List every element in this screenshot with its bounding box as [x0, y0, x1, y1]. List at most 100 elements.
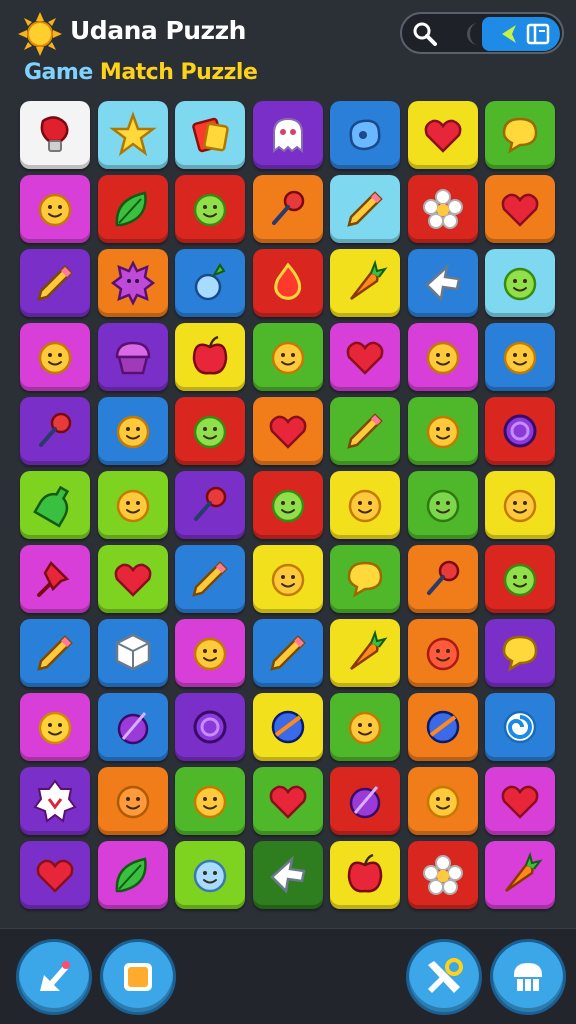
tile-r8-c5[interactable]	[330, 619, 400, 687]
heart-icon	[36, 859, 74, 893]
tile-r1-c3[interactable]	[175, 101, 245, 169]
tile-r6-c4[interactable]	[253, 471, 323, 539]
tile-r2-c7[interactable]	[485, 175, 555, 243]
tile-r10-c6[interactable]	[408, 767, 478, 835]
app-title: Udana Puzzh	[70, 16, 246, 45]
tile-r5-c5[interactable]	[330, 397, 400, 465]
tile-r11-c3[interactable]	[175, 841, 245, 909]
tile-r2-c6[interactable]	[408, 175, 478, 243]
tile-r10-c7[interactable]	[485, 767, 555, 835]
tile-r4-c2[interactable]	[98, 323, 168, 391]
tile-r6-c1[interactable]	[20, 471, 90, 539]
tile-r2-c4[interactable]	[253, 175, 323, 243]
smiley-face-icon	[503, 341, 537, 375]
tile-r8-c1[interactable]	[20, 619, 90, 687]
tile-r7-c3[interactable]	[175, 545, 245, 613]
tile-r3-c5[interactable]	[330, 249, 400, 317]
smiley-face-icon	[38, 193, 72, 227]
tile-r9-c1[interactable]	[20, 693, 90, 761]
tile-r7-c4[interactable]	[253, 545, 323, 613]
tile-r10-c5[interactable]	[330, 767, 400, 835]
tile-r4-c1[interactable]	[20, 323, 90, 391]
tile-r11-c4[interactable]	[253, 841, 323, 909]
active-mode-button[interactable]	[482, 17, 560, 51]
tile-r1-c2[interactable]	[98, 101, 168, 169]
tile-r5-c4[interactable]	[253, 397, 323, 465]
tile-r4-c5[interactable]	[330, 323, 400, 391]
game-board	[20, 96, 560, 912]
tile-r7-c1[interactable]	[20, 545, 90, 613]
tile-r10-c3[interactable]	[175, 767, 245, 835]
tile-r6-c5[interactable]	[330, 471, 400, 539]
tile-r1-c1[interactable]	[20, 101, 90, 169]
green-smiley-icon	[503, 563, 537, 597]
tile-r2-c1[interactable]	[20, 175, 90, 243]
tile-r1-c4[interactable]	[253, 101, 323, 169]
tile-r2-c5[interactable]	[330, 175, 400, 243]
speech-bubble-icon	[502, 117, 538, 154]
tile-r5-c2[interactable]	[98, 397, 168, 465]
tile-r9-c7[interactable]	[485, 693, 555, 761]
tile-r1-c6[interactable]	[408, 101, 478, 169]
tile-r11-c2[interactable]	[98, 841, 168, 909]
tile-r9-c2[interactable]	[98, 693, 168, 761]
tile-r6-c2[interactable]	[98, 471, 168, 539]
tile-r6-c3[interactable]	[175, 471, 245, 539]
tile-r8-c3[interactable]	[175, 619, 245, 687]
tile-r5-c1[interactable]	[20, 397, 90, 465]
tile-r10-c1[interactable]	[20, 767, 90, 835]
heart-icon	[501, 785, 539, 819]
cupcake-icon	[115, 341, 151, 375]
tile-r11-c5[interactable]	[330, 841, 400, 909]
tile-r8-c4[interactable]	[253, 619, 323, 687]
tile-r2-c2[interactable]	[98, 175, 168, 243]
tile-r3-c2[interactable]	[98, 249, 168, 317]
tile-r11-c7[interactable]	[485, 841, 555, 909]
tile-r8-c6[interactable]	[408, 619, 478, 687]
tile-r8-c2[interactable]	[98, 619, 168, 687]
tile-r3-c1[interactable]	[20, 249, 90, 317]
tile-r9-c3[interactable]	[175, 693, 245, 761]
tile-r5-c6[interactable]	[408, 397, 478, 465]
tile-r5-c3[interactable]	[175, 397, 245, 465]
shop-button[interactable]	[490, 939, 566, 1015]
tile-r7-c7[interactable]	[485, 545, 555, 613]
pencil-icon	[347, 413, 383, 449]
flower-icon	[423, 189, 463, 229]
back-button[interactable]	[16, 939, 92, 1015]
tile-r1-c5[interactable]	[330, 101, 400, 169]
tile-r6-c6[interactable]	[408, 471, 478, 539]
tile-r9-c5[interactable]	[330, 693, 400, 761]
tile-r7-c5[interactable]	[330, 545, 400, 613]
tile-r1-c7[interactable]	[485, 101, 555, 169]
tile-r7-c2[interactable]	[98, 545, 168, 613]
tile-r3-c3[interactable]	[175, 249, 245, 317]
search-icon[interactable]	[410, 20, 440, 48]
leaf-icon	[115, 857, 147, 893]
tile-r2-c3[interactable]	[175, 175, 245, 243]
tile-r9-c4[interactable]	[253, 693, 323, 761]
pencil-icon	[347, 191, 383, 227]
tile-r4-c6[interactable]	[408, 323, 478, 391]
tile-r9-c6[interactable]	[408, 693, 478, 761]
heart-icon	[501, 193, 539, 227]
moon-icon[interactable]	[462, 21, 484, 47]
tile-r10-c2[interactable]	[98, 767, 168, 835]
shuffle-button[interactable]	[406, 939, 482, 1015]
tile-r11-c1[interactable]	[20, 841, 90, 909]
tile-r6-c7[interactable]	[485, 471, 555, 539]
tile-r10-c4[interactable]	[253, 767, 323, 835]
subtitle-match-puzzle: Match Puzzle	[99, 60, 258, 85]
tile-r4-c7[interactable]	[485, 323, 555, 391]
tile-r3-c6[interactable]	[408, 249, 478, 317]
tile-r4-c4[interactable]	[253, 323, 323, 391]
tile-r11-c6[interactable]	[408, 841, 478, 909]
tile-r3-c4[interactable]	[253, 249, 323, 317]
stop-button[interactable]	[100, 939, 176, 1015]
tile-r3-c7[interactable]	[485, 249, 555, 317]
tile-r5-c7[interactable]	[485, 397, 555, 465]
tile-r4-c3[interactable]	[175, 323, 245, 391]
green-smiley-icon	[193, 415, 227, 449]
tile-r7-c6[interactable]	[408, 545, 478, 613]
tile-r8-c7[interactable]	[485, 619, 555, 687]
